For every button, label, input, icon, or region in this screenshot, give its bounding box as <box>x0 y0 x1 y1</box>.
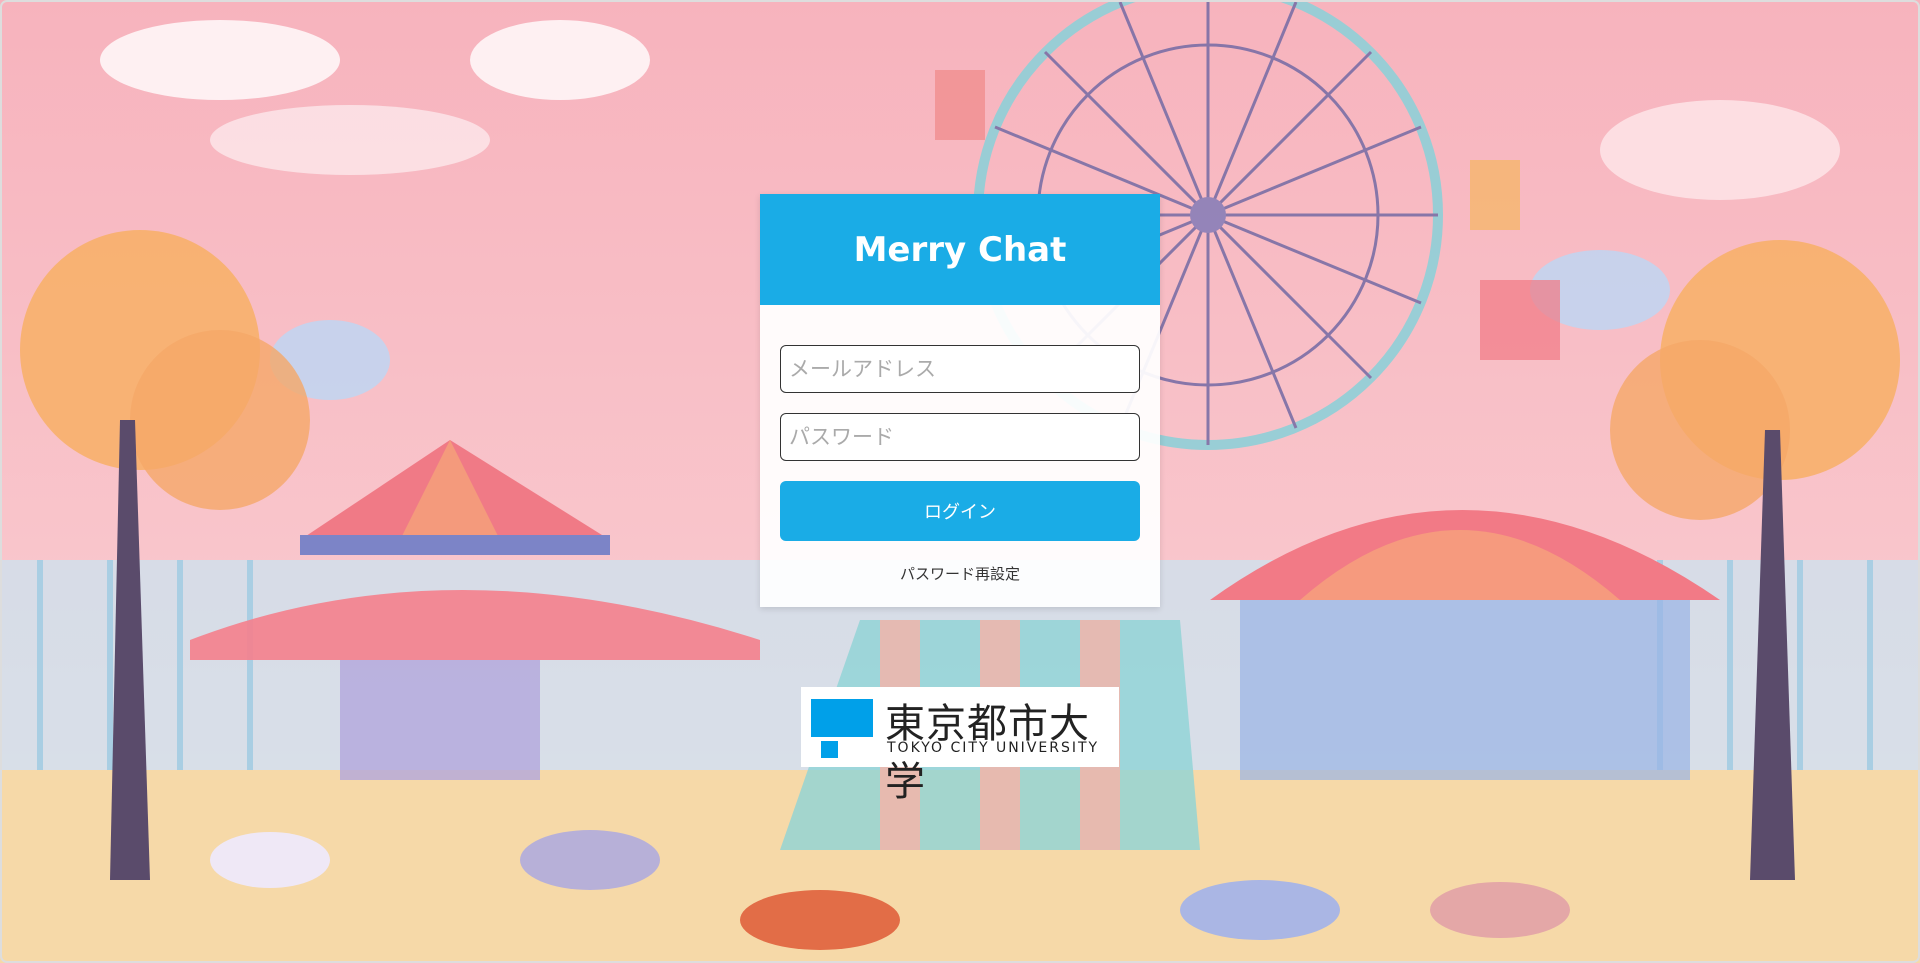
logo-mark-large <box>811 699 873 737</box>
login-form: ログイン パスワード再設定 <box>760 305 1160 584</box>
app-title: Merry Chat <box>853 229 1067 270</box>
card-header: Merry Chat <box>760 194 1160 305</box>
logo-name-en: TOKYO CITY UNIVERSITY <box>887 740 1100 756</box>
logo-mark-small <box>821 741 838 758</box>
login-button[interactable]: ログイン <box>780 481 1140 541</box>
login-card: Merry Chat ログイン パスワード再設定 <box>760 194 1160 607</box>
email-input[interactable] <box>780 345 1140 393</box>
university-logo: 東京都市大学 TOKYO CITY UNIVERSITY <box>801 687 1119 805</box>
password-input[interactable] <box>780 413 1140 461</box>
password-reset-link[interactable]: パスワード再設定 <box>780 563 1140 584</box>
